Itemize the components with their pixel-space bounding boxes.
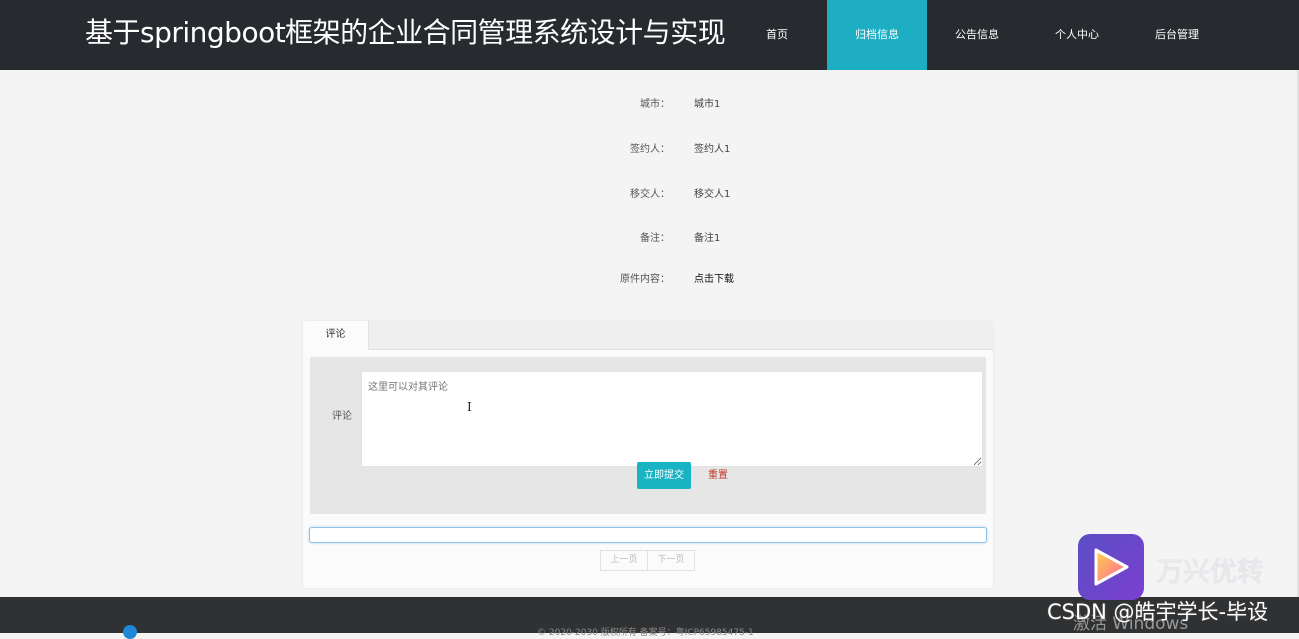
top-header: 基于springboot框架的企业合同管理系统设计与实现 首页 归档信息 公告信… [0,0,1299,70]
reset-button[interactable]: 重置 [708,462,728,489]
detail-value: 移交人1 [694,189,731,200]
tab-bar: 评论 [303,321,993,350]
detail-value: 备注1 [694,233,721,244]
detail-label: 城市： [640,99,670,110]
detail-value: 城市1 [694,99,721,110]
comment-textarea[interactable] [361,371,983,467]
detail-row-handover: 移交人： 移交人1 [560,185,960,205]
tab-comments[interactable]: 评论 [303,321,369,350]
nav-archive-info[interactable]: 归档信息 [827,0,927,70]
detail-row-original: 原件内容： 点击下载 [560,270,960,290]
download-link[interactable]: 点击下载 [694,270,734,290]
submit-button[interactable]: 立即提交 [637,462,691,489]
pagination: 上一页 下一页 [600,550,695,571]
comment-list [309,527,987,543]
wondershare-watermark: 万兴优转 [1156,557,1264,588]
detail-label: 移交人： [630,189,670,200]
nav-personal-center[interactable]: 个人中心 [1027,0,1127,70]
detail-row-remark: 备注： 备注1 [560,229,960,249]
comment-form: 评论 I 立即提交 重置 [310,357,986,514]
wondershare-logo-icon [1078,534,1144,600]
comment-card: 评论 评论 I 立即提交 重置 上一页 下一页 [303,321,993,588]
footer-logo-icon [123,625,137,639]
site-title: 基于springboot框架的企业合同管理系统设计与实现 [85,16,726,49]
detail-value: 签约人1 [694,144,731,155]
main-nav: 首页 归档信息 公告信息 个人中心 后台管理 [727,0,1227,70]
comment-label: 评论 [332,411,352,422]
next-page-button[interactable]: 下一页 [648,550,695,571]
nav-announcements[interactable]: 公告信息 [927,0,1027,70]
detail-label: 签约人： [630,144,670,155]
detail-row-signer: 签约人： 签约人1 [560,140,960,160]
csdn-watermark: CSDN @皓宇学长-毕设 [1047,600,1269,624]
play-icon [1094,548,1129,586]
nav-home[interactable]: 首页 [727,0,827,70]
text-cursor-icon: I [467,400,472,414]
detail-row-city: 城市： 城市1 [560,95,960,115]
nav-admin[interactable]: 后台管理 [1127,0,1227,70]
copyright: © 2020-2030 版权所有 备案号：粤ICP65985475-1 [537,628,754,638]
detail-label: 原件内容： [620,274,670,285]
prev-page-button[interactable]: 上一页 [600,550,648,571]
detail-label: 备注： [640,233,670,244]
